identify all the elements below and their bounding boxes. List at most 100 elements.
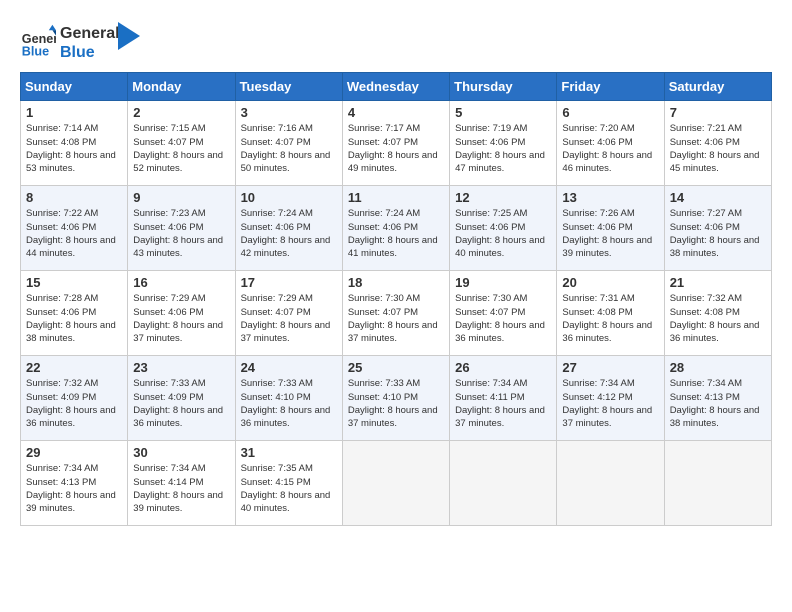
calendar-cell: 1 Sunrise: 7:14 AMSunset: 4:08 PMDaylight… (21, 101, 128, 186)
weekday-header-row: SundayMondayTuesdayWednesdayThursdayFrid… (21, 73, 772, 101)
logo-blue: Blue (60, 43, 120, 62)
day-info: Sunrise: 7:23 AMSunset: 4:06 PMDaylight:… (133, 207, 229, 260)
calendar-cell: 18Sunrise: 7:30 AMSunset: 4:07 PMDayligh… (342, 271, 449, 356)
day-info: Sunrise: 7:20 AMSunset: 4:06 PMDaylight:… (562, 122, 658, 175)
logo: General Blue General Blue (20, 20, 140, 62)
weekday-header-wednesday: Wednesday (342, 73, 449, 101)
day-info: Sunrise: 7:14 AMSunset: 4:08 PMDaylight:… (26, 122, 122, 175)
day-number: 21 (670, 275, 766, 290)
calendar-cell (557, 441, 664, 526)
calendar-table: SundayMondayTuesdayWednesdayThursdayFrid… (20, 72, 772, 526)
calendar-cell: 30 Sunrise: 7:34 AMSunset: 4:14 PMDayligh… (128, 441, 235, 526)
calendar-cell: 10 Sunrise: 7:24 AMSunset: 4:06 PMDayligh… (235, 186, 342, 271)
day-number: 22 (26, 360, 122, 375)
calendar-cell: 28Sunrise: 7:34 AMSunset: 4:13 PMDayligh… (664, 356, 771, 441)
day-info: Sunrise: 7:24 AMSunset: 4:06 PMDaylight:… (348, 207, 444, 260)
calendar-cell: 14 Sunrise: 7:27 AMSunset: 4:06 PMDayligh… (664, 186, 771, 271)
day-info: Sunrise: 7:32 AMSunset: 4:08 PMDaylight:… (670, 292, 766, 345)
day-info: Sunrise: 7:33 AMSunset: 4:09 PMDaylight:… (133, 377, 229, 430)
calendar-week-row: 8Sunrise: 7:22 AMSunset: 4:06 PMDaylight… (21, 186, 772, 271)
day-info: Sunrise: 7:30 AMSunset: 4:07 PMDaylight:… (348, 292, 444, 345)
calendar-week-row: 1 Sunrise: 7:14 AMSunset: 4:08 PMDaylight… (21, 101, 772, 186)
weekday-header-thursday: Thursday (450, 73, 557, 101)
day-info: Sunrise: 7:35 AMSunset: 4:15 PMDaylight:… (241, 462, 337, 515)
day-number: 15 (26, 275, 122, 290)
header: General Blue General Blue (20, 20, 772, 62)
calendar-cell: 11 Sunrise: 7:24 AMSunset: 4:06 PMDayligh… (342, 186, 449, 271)
day-info: Sunrise: 7:33 AMSunset: 4:10 PMDaylight:… (241, 377, 337, 430)
day-number: 17 (241, 275, 337, 290)
calendar-cell: 16 Sunrise: 7:29 AMSunset: 4:06 PMDayligh… (128, 271, 235, 356)
day-info: Sunrise: 7:27 AMSunset: 4:06 PMDaylight:… (670, 207, 766, 260)
calendar-cell: 29 Sunrise: 7:34 AMSunset: 4:13 PMDayligh… (21, 441, 128, 526)
day-number: 13 (562, 190, 658, 205)
calendar-cell: 2 Sunrise: 7:15 AMSunset: 4:07 PMDaylight… (128, 101, 235, 186)
calendar-cell: 25Sunrise: 7:33 AMSunset: 4:10 PMDayligh… (342, 356, 449, 441)
weekday-header-sunday: Sunday (21, 73, 128, 101)
calendar-cell: 6 Sunrise: 7:20 AMSunset: 4:06 PMDaylight… (557, 101, 664, 186)
day-info: Sunrise: 7:31 AMSunset: 4:08 PMDaylight:… (562, 292, 658, 345)
day-number: 8 (26, 190, 122, 205)
day-info: Sunrise: 7:19 AMSunset: 4:06 PMDaylight:… (455, 122, 551, 175)
day-number: 20 (562, 275, 658, 290)
calendar-cell: 9Sunrise: 7:23 AMSunset: 4:06 PMDaylight… (128, 186, 235, 271)
logo-icon: General Blue (20, 23, 56, 59)
day-number: 23 (133, 360, 229, 375)
calendar-week-row: 29 Sunrise: 7:34 AMSunset: 4:13 PMDayligh… (21, 441, 772, 526)
day-info: Sunrise: 7:16 AMSunset: 4:07 PMDaylight:… (241, 122, 337, 175)
day-info: Sunrise: 7:30 AMSunset: 4:07 PMDaylight:… (455, 292, 551, 345)
calendar-cell: 23 Sunrise: 7:33 AMSunset: 4:09 PMDayligh… (128, 356, 235, 441)
calendar-cell: 22 Sunrise: 7:32 AMSunset: 4:09 PMDayligh… (21, 356, 128, 441)
logo-arrow-icon (118, 22, 140, 52)
day-info: Sunrise: 7:32 AMSunset: 4:09 PMDaylight:… (26, 377, 122, 430)
day-number: 11 (348, 190, 444, 205)
day-number: 24 (241, 360, 337, 375)
day-number: 2 (133, 105, 229, 120)
calendar-cell: 13Sunrise: 7:26 AMSunset: 4:06 PMDayligh… (557, 186, 664, 271)
calendar-cell (664, 441, 771, 526)
calendar-cell (342, 441, 449, 526)
calendar-cell: 5 Sunrise: 7:19 AMSunset: 4:06 PMDaylight… (450, 101, 557, 186)
day-info: Sunrise: 7:24 AMSunset: 4:06 PMDaylight:… (241, 207, 337, 260)
calendar-cell: 8Sunrise: 7:22 AMSunset: 4:06 PMDaylight… (21, 186, 128, 271)
day-number: 14 (670, 190, 766, 205)
calendar-cell: 27 Sunrise: 7:34 AMSunset: 4:12 PMDayligh… (557, 356, 664, 441)
day-info: Sunrise: 7:15 AMSunset: 4:07 PMDaylight:… (133, 122, 229, 175)
day-number: 29 (26, 445, 122, 460)
calendar-cell: 3Sunrise: 7:16 AMSunset: 4:07 PMDaylight… (235, 101, 342, 186)
weekday-header-monday: Monday (128, 73, 235, 101)
calendar-week-row: 15 Sunrise: 7:28 AMSunset: 4:06 PMDayligh… (21, 271, 772, 356)
logo-general: General (60, 24, 120, 43)
day-number: 6 (562, 105, 658, 120)
day-number: 1 (26, 105, 122, 120)
day-info: Sunrise: 7:29 AMSunset: 4:07 PMDaylight:… (241, 292, 337, 345)
day-number: 19 (455, 275, 551, 290)
weekday-header-saturday: Saturday (664, 73, 771, 101)
day-number: 16 (133, 275, 229, 290)
calendar-cell: 4Sunrise: 7:17 AMSunset: 4:07 PMDaylight… (342, 101, 449, 186)
svg-text:Blue: Blue (22, 45, 49, 59)
day-info: Sunrise: 7:17 AMSunset: 4:07 PMDaylight:… (348, 122, 444, 175)
weekday-header-tuesday: Tuesday (235, 73, 342, 101)
calendar-cell: 24 Sunrise: 7:33 AMSunset: 4:10 PMDayligh… (235, 356, 342, 441)
day-info: Sunrise: 7:34 AMSunset: 4:14 PMDaylight:… (133, 462, 229, 515)
calendar-cell: 7Sunrise: 7:21 AMSunset: 4:06 PMDaylight… (664, 101, 771, 186)
day-number: 10 (241, 190, 337, 205)
day-number: 25 (348, 360, 444, 375)
weekday-header-friday: Friday (557, 73, 664, 101)
day-number: 5 (455, 105, 551, 120)
day-info: Sunrise: 7:34 AMSunset: 4:12 PMDaylight:… (562, 377, 658, 430)
day-info: Sunrise: 7:29 AMSunset: 4:06 PMDaylight:… (133, 292, 229, 345)
calendar-cell: 21 Sunrise: 7:32 AMSunset: 4:08 PMDayligh… (664, 271, 771, 356)
day-number: 26 (455, 360, 551, 375)
day-number: 12 (455, 190, 551, 205)
calendar-cell: 17 Sunrise: 7:29 AMSunset: 4:07 PMDayligh… (235, 271, 342, 356)
day-number: 30 (133, 445, 229, 460)
day-info: Sunrise: 7:34 AMSunset: 4:13 PMDaylight:… (26, 462, 122, 515)
calendar-week-row: 22 Sunrise: 7:32 AMSunset: 4:09 PMDayligh… (21, 356, 772, 441)
calendar-cell: 20 Sunrise: 7:31 AMSunset: 4:08 PMDayligh… (557, 271, 664, 356)
day-number: 27 (562, 360, 658, 375)
calendar-cell: 19 Sunrise: 7:30 AMSunset: 4:07 PMDayligh… (450, 271, 557, 356)
day-info: Sunrise: 7:21 AMSunset: 4:06 PMDaylight:… (670, 122, 766, 175)
day-info: Sunrise: 7:28 AMSunset: 4:06 PMDaylight:… (26, 292, 122, 345)
